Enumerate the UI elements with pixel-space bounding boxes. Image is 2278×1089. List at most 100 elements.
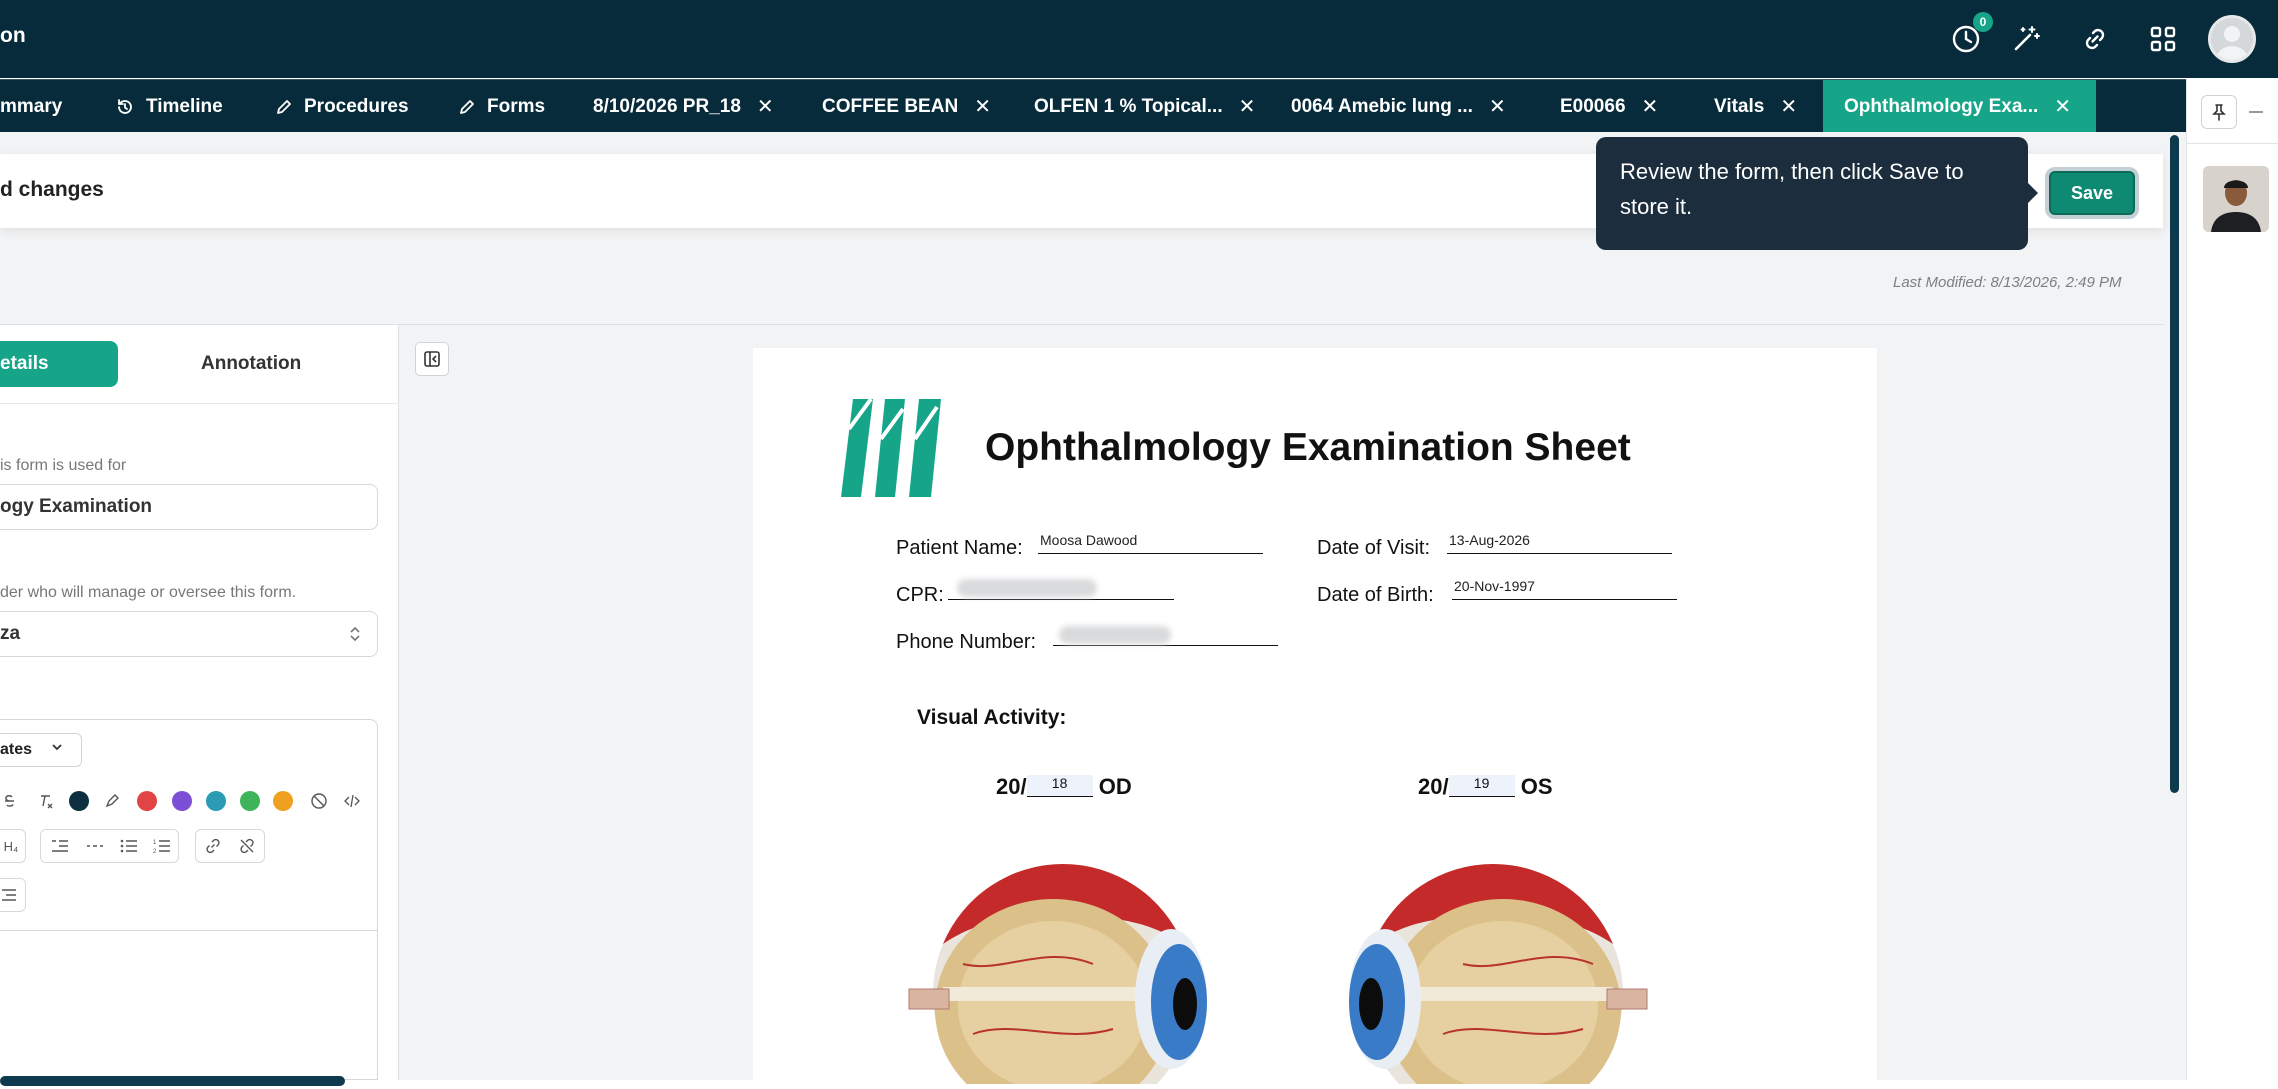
divider [0, 403, 399, 404]
tab-coffee-bean[interactable]: COFFEE BEAN ✕ [822, 80, 991, 133]
owner-select[interactable]: za [0, 611, 378, 657]
color-swatch-teal[interactable] [206, 791, 226, 811]
date-of-visit-label: Date of Visit: [1317, 537, 1431, 559]
color-swatch-red[interactable] [137, 791, 157, 811]
templates-dropdown[interactable]: ates [0, 733, 82, 767]
patient-name-field[interactable]: Moosa Dawood [1038, 532, 1263, 554]
tab-timeline[interactable]: Timeline [116, 80, 223, 133]
tab-e00066[interactable]: E00066 ✕ [1560, 80, 1658, 133]
tab-close-button[interactable]: ✕ [1239, 94, 1256, 119]
banner-text: d changes [0, 178, 104, 201]
tab-annotation[interactable]: Annotation [201, 353, 301, 375]
tab-close-button[interactable]: ✕ [2054, 94, 2071, 119]
tab-label: Vitals [1714, 95, 1765, 117]
redacted-phone [1059, 626, 1171, 644]
patient-photo[interactable] [2203, 166, 2269, 232]
minimize-icon[interactable] [2249, 111, 2263, 113]
tab-olfen[interactable]: OLFEN 1 % Topical... ✕ [1034, 80, 1255, 133]
color-swatch-orange[interactable] [273, 791, 293, 811]
os-prefix: 20/ [1418, 774, 1449, 799]
numbered-list-icon[interactable]: 12 [147, 831, 177, 861]
strikethrough-icon[interactable] [0, 786, 24, 816]
purpose-field[interactable]: ogy Examination [0, 484, 378, 530]
tab-vitals[interactable]: Vitals ✕ [1714, 80, 1797, 133]
date-of-visit-value: 13-Aug-2026 [1449, 532, 1530, 548]
scrollbar[interactable] [2170, 135, 2179, 793]
tab-close-button[interactable]: ✕ [1642, 94, 1659, 119]
bottom-action-bar[interactable] [0, 1076, 345, 1086]
eye-diagram-od [903, 834, 1233, 1089]
tab-amebic-lung[interactable]: 0064 Amebic lung ... ✕ [1291, 80, 1506, 133]
tab-label: mmary [0, 95, 63, 117]
app-title: on [0, 24, 26, 47]
tab-close-button[interactable]: ✕ [974, 94, 991, 119]
tab-label: Forms [487, 95, 546, 117]
rich-text-editor[interactable]: ates H₄ 12 [0, 719, 378, 1080]
guide-tooltip: Review the form, then click Save to stor… [1596, 137, 2038, 250]
pencil-icon [459, 99, 475, 115]
link-icon[interactable] [2075, 19, 2115, 59]
patient-name-value: Moosa Dawood [1040, 532, 1138, 548]
color-swatch-green[interactable] [240, 791, 260, 811]
color-swatch-purple[interactable] [172, 791, 192, 811]
highlighter-icon[interactable] [97, 786, 127, 816]
od-prefix: 20/ [996, 774, 1027, 799]
top-bar: on 0 [0, 0, 2278, 78]
tab-close-button[interactable]: ✕ [1489, 94, 1506, 119]
notification-badge: 0 [1973, 12, 1993, 32]
cpr-label: CPR: [896, 584, 944, 606]
templates-label: ates [0, 741, 33, 758]
tab-label: 8/10/2026 PR_18 [593, 95, 741, 117]
redacted-cpr [957, 579, 1097, 597]
unlink-icon[interactable] [232, 831, 262, 861]
visual-activity-label: Visual Activity: [917, 706, 1067, 729]
sidebar-collapse-icon [424, 351, 440, 367]
chevron-down-icon [50, 740, 64, 759]
tab-label: COFFEE BEAN [822, 95, 959, 117]
tab-close-button[interactable]: ✕ [1780, 94, 1797, 119]
tab-forms[interactable]: Forms [459, 80, 545, 133]
editor-toolbar: ates H₄ 12 [0, 720, 377, 931]
align-right-icon[interactable] [0, 880, 24, 910]
tab-ophthalmology[interactable]: Ophthalmology Exa... ✕ [1823, 80, 2096, 133]
tab-label: 0064 Amebic lung ... [1291, 95, 1473, 117]
chevron-updown-icon [349, 625, 361, 649]
tab-summary[interactable]: mmary [0, 80, 62, 133]
date-of-visit-field[interactable]: 13-Aug-2026 [1447, 532, 1672, 554]
owner-value: za [0, 623, 21, 644]
tab-bar: mmary Timeline Procedures Forms 8/10/202… [0, 79, 2186, 133]
date-of-birth-field[interactable]: 20-Nov-1997 [1452, 578, 1677, 600]
od-acuity: 20/18 OD [996, 774, 1132, 800]
user-avatar[interactable] [2208, 15, 2256, 63]
horizontal-rule-icon[interactable] [80, 831, 110, 861]
right-side-panel [2186, 79, 2278, 1080]
svg-text:2: 2 [153, 849, 157, 854]
purpose-value: ogy Examination [0, 496, 153, 517]
apps-grid-icon[interactable] [2143, 19, 2183, 59]
save-button[interactable]: Save [2045, 167, 2139, 219]
tab-details[interactable]: etails [0, 341, 118, 387]
clinic-logo [841, 397, 951, 502]
os-value-field[interactable]: 19 [1448, 775, 1515, 797]
pin-button[interactable] [2201, 95, 2237, 129]
patient-name-label: Patient Name: [896, 537, 1023, 559]
svg-text:1: 1 [153, 840, 157, 846]
color-swatch-dark[interactable] [69, 791, 89, 811]
bullet-list-icon[interactable] [114, 831, 144, 861]
collapse-panel-button[interactable] [415, 342, 449, 376]
magic-wand-icon[interactable] [2006, 19, 2046, 59]
form-document: Ophthalmology Examination Sheet Patient … [753, 348, 1877, 1089]
clear-format-icon[interactable] [31, 786, 61, 816]
insert-link-icon[interactable] [198, 831, 228, 861]
tab-procedures[interactable]: Procedures [276, 80, 409, 133]
tab-close-button[interactable]: ✕ [757, 94, 774, 119]
purpose-label: is form is used for [0, 457, 127, 474]
os-suffix: OS [1520, 774, 1553, 799]
blockquote-icon[interactable] [45, 831, 75, 861]
heading-4-icon[interactable]: H₄ [0, 831, 26, 861]
code-view-icon[interactable] [337, 786, 367, 816]
od-value-field[interactable]: 18 [1026, 775, 1093, 797]
tab-pr-18[interactable]: 8/10/2026 PR_18 ✕ [593, 80, 774, 133]
no-color-icon[interactable] [304, 786, 334, 816]
tab-label: E00066 [1560, 95, 1626, 117]
